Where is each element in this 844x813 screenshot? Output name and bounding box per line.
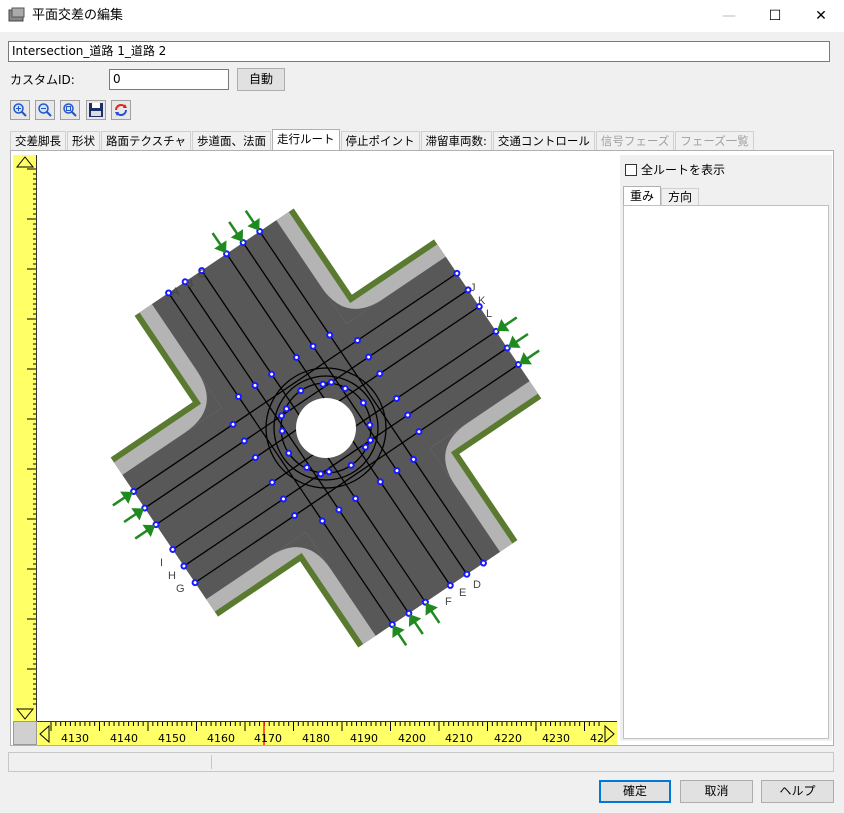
- vertical-tick-label: 5830: [13, 644, 14, 672]
- tab-queue-count[interactable]: 滞留車両数:: [420, 131, 492, 151]
- window-title: 平面交差の編集: [32, 8, 124, 23]
- app-icon: [8, 7, 26, 23]
- tab-road-texture[interactable]: 路面テクスチャ: [101, 131, 192, 151]
- vertical-tick-label: 5910: [13, 248, 14, 276]
- approach-label-i: I: [160, 557, 163, 569]
- approach-label-a: A: [172, 286, 180, 298]
- horizontal-tick-label: 4220: [494, 732, 522, 745]
- horizontal-tick-label: 4140: [110, 732, 138, 745]
- tab-leg-length[interactable]: 交差脚長: [10, 131, 66, 151]
- tab-weight[interactable]: 重み: [623, 186, 662, 206]
- tab-stop-point[interactable]: 停止ポイント: [340, 131, 420, 151]
- tab-direction[interactable]: 方向: [661, 188, 700, 206]
- tab-phase-list: フェーズ一覧: [675, 131, 754, 151]
- cancel-button[interactable]: 取消: [680, 780, 753, 803]
- approach-label-g: G: [176, 583, 185, 595]
- approach-label-c: C: [198, 268, 206, 280]
- intersection-canvas[interactable]: A B C J K L D E F G H I: [38, 155, 616, 721]
- zoom-out-icon: [38, 103, 52, 117]
- tab-traffic-control[interactable]: 交通コントロール: [492, 131, 595, 151]
- close-icon: ✕: [815, 8, 827, 24]
- horizontal-tick-label: 4130: [61, 732, 89, 745]
- horizontal-tick-label: 4160: [207, 732, 235, 745]
- horizontal-tick-label: 4170: [254, 732, 282, 745]
- approach-label-k: K: [478, 295, 486, 307]
- intersection-name-input[interactable]: Intersection_道路 1_道路 2: [8, 41, 830, 62]
- vertical-tick-label: 5840: [13, 595, 14, 623]
- tab-sidewalk-slope[interactable]: 歩道面、法面: [192, 131, 272, 151]
- auto-id-button[interactable]: 自動: [237, 68, 285, 91]
- maximize-icon: ☐: [768, 8, 782, 24]
- maximize-button[interactable]: ☐: [752, 0, 798, 32]
- save-icon: [89, 103, 103, 117]
- approach-label-f: F: [445, 596, 452, 608]
- minimize-button[interactable]: —: [706, 0, 752, 32]
- refresh-icon: [115, 104, 127, 116]
- approach-label-j: J: [470, 282, 476, 294]
- refresh-button[interactable]: [111, 100, 131, 120]
- tab-signal-phase: 信号フェーズ: [595, 131, 675, 151]
- zoom-out-button[interactable]: [35, 100, 55, 120]
- approach-label-d: D: [473, 579, 481, 591]
- ok-button[interactable]: 確定: [599, 780, 671, 803]
- vertical-tick-label: 5880: [13, 397, 14, 425]
- vertical-ruler: 10 5920 5910 5900 5890 5880 5870 5860 58…: [13, 155, 37, 721]
- approach-label-b: B: [186, 278, 193, 290]
- help-button[interactable]: ヘルプ: [761, 780, 834, 803]
- horizontal-tick-label: 4210: [445, 732, 473, 745]
- vertical-ruler-ticks: [15, 156, 36, 720]
- show-all-routes-label[interactable]: 全ルートを表示: [641, 162, 725, 178]
- intersection-drawing[interactable]: A B C J K L D E F G H I: [38, 155, 616, 721]
- title-bar: 平面交差の編集 — ☐ ✕: [0, 0, 844, 32]
- vertical-tick-label: 5850: [13, 545, 14, 573]
- custom-id-input[interactable]: 0: [109, 69, 229, 90]
- horizontal-tick-label: 4150: [158, 732, 186, 745]
- route-side-panel: 全ルートを表示 重み 方向: [620, 155, 832, 741]
- side-tab-content: [623, 205, 829, 739]
- zoom-in-icon: [13, 103, 27, 117]
- zoom-fit-icon: [63, 103, 77, 117]
- status-bar: [8, 752, 834, 772]
- custom-id-label: カスタムID:: [10, 73, 75, 87]
- horizontal-tick-label: 42: [590, 732, 604, 745]
- vertical-tick-label: 5870: [13, 446, 14, 474]
- approach-label-l: L: [486, 308, 492, 320]
- minimize-icon: —: [722, 8, 736, 24]
- close-button[interactable]: ✕: [798, 0, 844, 32]
- tab-shape[interactable]: 形状: [67, 131, 100, 151]
- side-tab-strip: 重み 方向: [623, 186, 700, 206]
- vertical-tick-label: 5920: [13, 198, 14, 226]
- horizontal-tick-label: 4190: [350, 732, 378, 745]
- zoom-fit-button[interactable]: [60, 100, 80, 120]
- approach-label-h: H: [168, 570, 176, 582]
- save-button[interactable]: [86, 100, 106, 120]
- tab-driving-route[interactable]: 走行ルート: [272, 129, 340, 151]
- vertical-tick-label: 5900: [13, 297, 14, 325]
- horizontal-tick-label: 4200: [398, 732, 426, 745]
- zoom-in-button[interactable]: [10, 100, 30, 120]
- status-divider: [211, 755, 212, 769]
- horizontal-ruler: 4130 4140 4150 4160 4170 4180 4190 4200 …: [37, 721, 617, 745]
- vertical-tick-label: 5890: [13, 347, 14, 375]
- approach-label-e: E: [459, 587, 466, 599]
- ruler-corner: [13, 721, 37, 745]
- show-all-routes-checkbox[interactable]: [625, 164, 637, 176]
- tab-strip: 交差脚長 形状 路面テクスチャ 歩道面、法面 走行ルート 停止ポイント 滞留車両…: [10, 129, 755, 151]
- vertical-tick-label: 5860: [13, 495, 14, 523]
- vertical-ruler-top-label: 10: [13, 166, 14, 180]
- horizontal-tick-label: 4230: [542, 732, 570, 745]
- vertical-tick-label: 5820: [13, 693, 14, 721]
- horizontal-tick-label: 4180: [302, 732, 330, 745]
